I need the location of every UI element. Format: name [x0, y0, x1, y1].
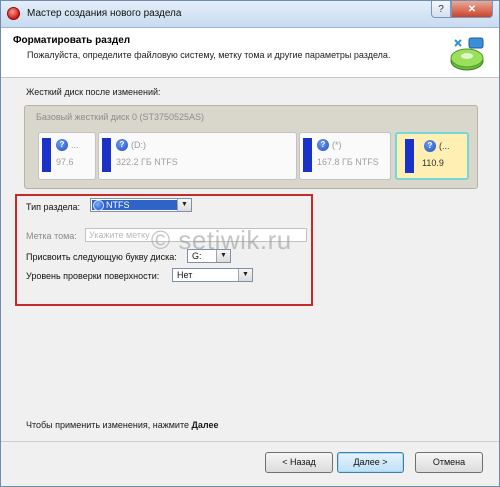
wizard-header: Форматировать раздел Пожалуйста, определ…: [1, 28, 499, 78]
wizard-window: Мастер создания нового раздела ? ✕ Форма…: [0, 0, 500, 487]
help-button[interactable]: ?: [431, 1, 451, 18]
partition-name: (D:): [131, 140, 146, 150]
surface-check-select[interactable]: Нет ▼: [172, 268, 253, 282]
partition-name: (*): [332, 140, 342, 150]
footer-note-text: Чтобы применить изменения, нажмите: [26, 420, 189, 430]
unknown-partition-icon: ?: [56, 139, 68, 151]
ntfs-icon: [93, 200, 104, 211]
partition-block-selected[interactable]: ? (... 110.9: [395, 132, 469, 180]
footer-note-bold: Далее: [191, 420, 219, 430]
volume-label-label: Метка тома:: [26, 231, 77, 241]
partition-size: 110.9: [422, 158, 444, 168]
partition-size: 322.2 ГБ NTFS: [116, 157, 178, 167]
next-button[interactable]: Далее >: [337, 452, 404, 473]
partition-block[interactable]: ? ... 97.6: [38, 132, 96, 180]
format-wizard-icon: [450, 37, 484, 71]
selection-highlight: [92, 200, 177, 210]
partition-usage-bar: [102, 138, 111, 172]
disk-section-label: Жесткий диск после изменений:: [26, 87, 161, 97]
partition-usage-bar: [42, 138, 51, 172]
partition-block[interactable]: ? (D:) 322.2 ГБ NTFS: [98, 132, 297, 180]
app-icon: [7, 7, 20, 20]
fs-label: Тип раздела:: [26, 202, 81, 212]
disk-map: Базовый жесткий диск 0 (ST3750525AS) ? .…: [24, 105, 478, 189]
back-button[interactable]: < Назад: [265, 452, 333, 473]
partition-block[interactable]: ? (*) 167.8 ГБ NTFS: [299, 132, 391, 180]
partition-name: (...: [439, 141, 450, 151]
header-title: Форматировать раздел: [13, 35, 131, 46]
surface-check-value: Нет: [177, 270, 193, 280]
title-bar[interactable]: Мастер создания нового раздела ? ✕: [1, 1, 499, 28]
footer-note: Чтобы применить изменения, нажмите Далее: [26, 420, 219, 430]
watermark: © setiwik.ru: [151, 225, 292, 255]
cancel-button[interactable]: Отмена: [415, 452, 483, 473]
close-button[interactable]: ✕: [451, 1, 493, 18]
filesystem-select[interactable]: NTFS ▼: [90, 198, 192, 212]
disk-name: Базовый жесткий диск 0 (ST3750525AS): [36, 112, 205, 122]
partition-usage-bar: [303, 138, 312, 172]
chevron-down-icon[interactable]: ▼: [238, 269, 252, 281]
partition-name: ...: [71, 140, 79, 150]
footer-separator: [1, 441, 499, 442]
chevron-down-icon[interactable]: ▼: [177, 199, 191, 211]
header-subtitle: Пожалуйста, определите файловую систему,…: [27, 50, 391, 60]
filesystem-value: NTFS: [106, 200, 130, 210]
unknown-partition-icon: ?: [424, 140, 436, 152]
unknown-partition-icon: ?: [116, 139, 128, 151]
partition-size: 97.6: [56, 157, 74, 167]
unknown-partition-icon: ?: [317, 139, 329, 151]
volume-label-placeholder: Укажите метку: [89, 230, 150, 240]
partition-usage-bar: [405, 139, 414, 173]
window-title: Мастер создания нового раздела: [27, 8, 182, 19]
partition-size: 167.8 ГБ NTFS: [317, 157, 379, 167]
surface-check-label: Уровень проверки поверхности:: [26, 271, 160, 281]
